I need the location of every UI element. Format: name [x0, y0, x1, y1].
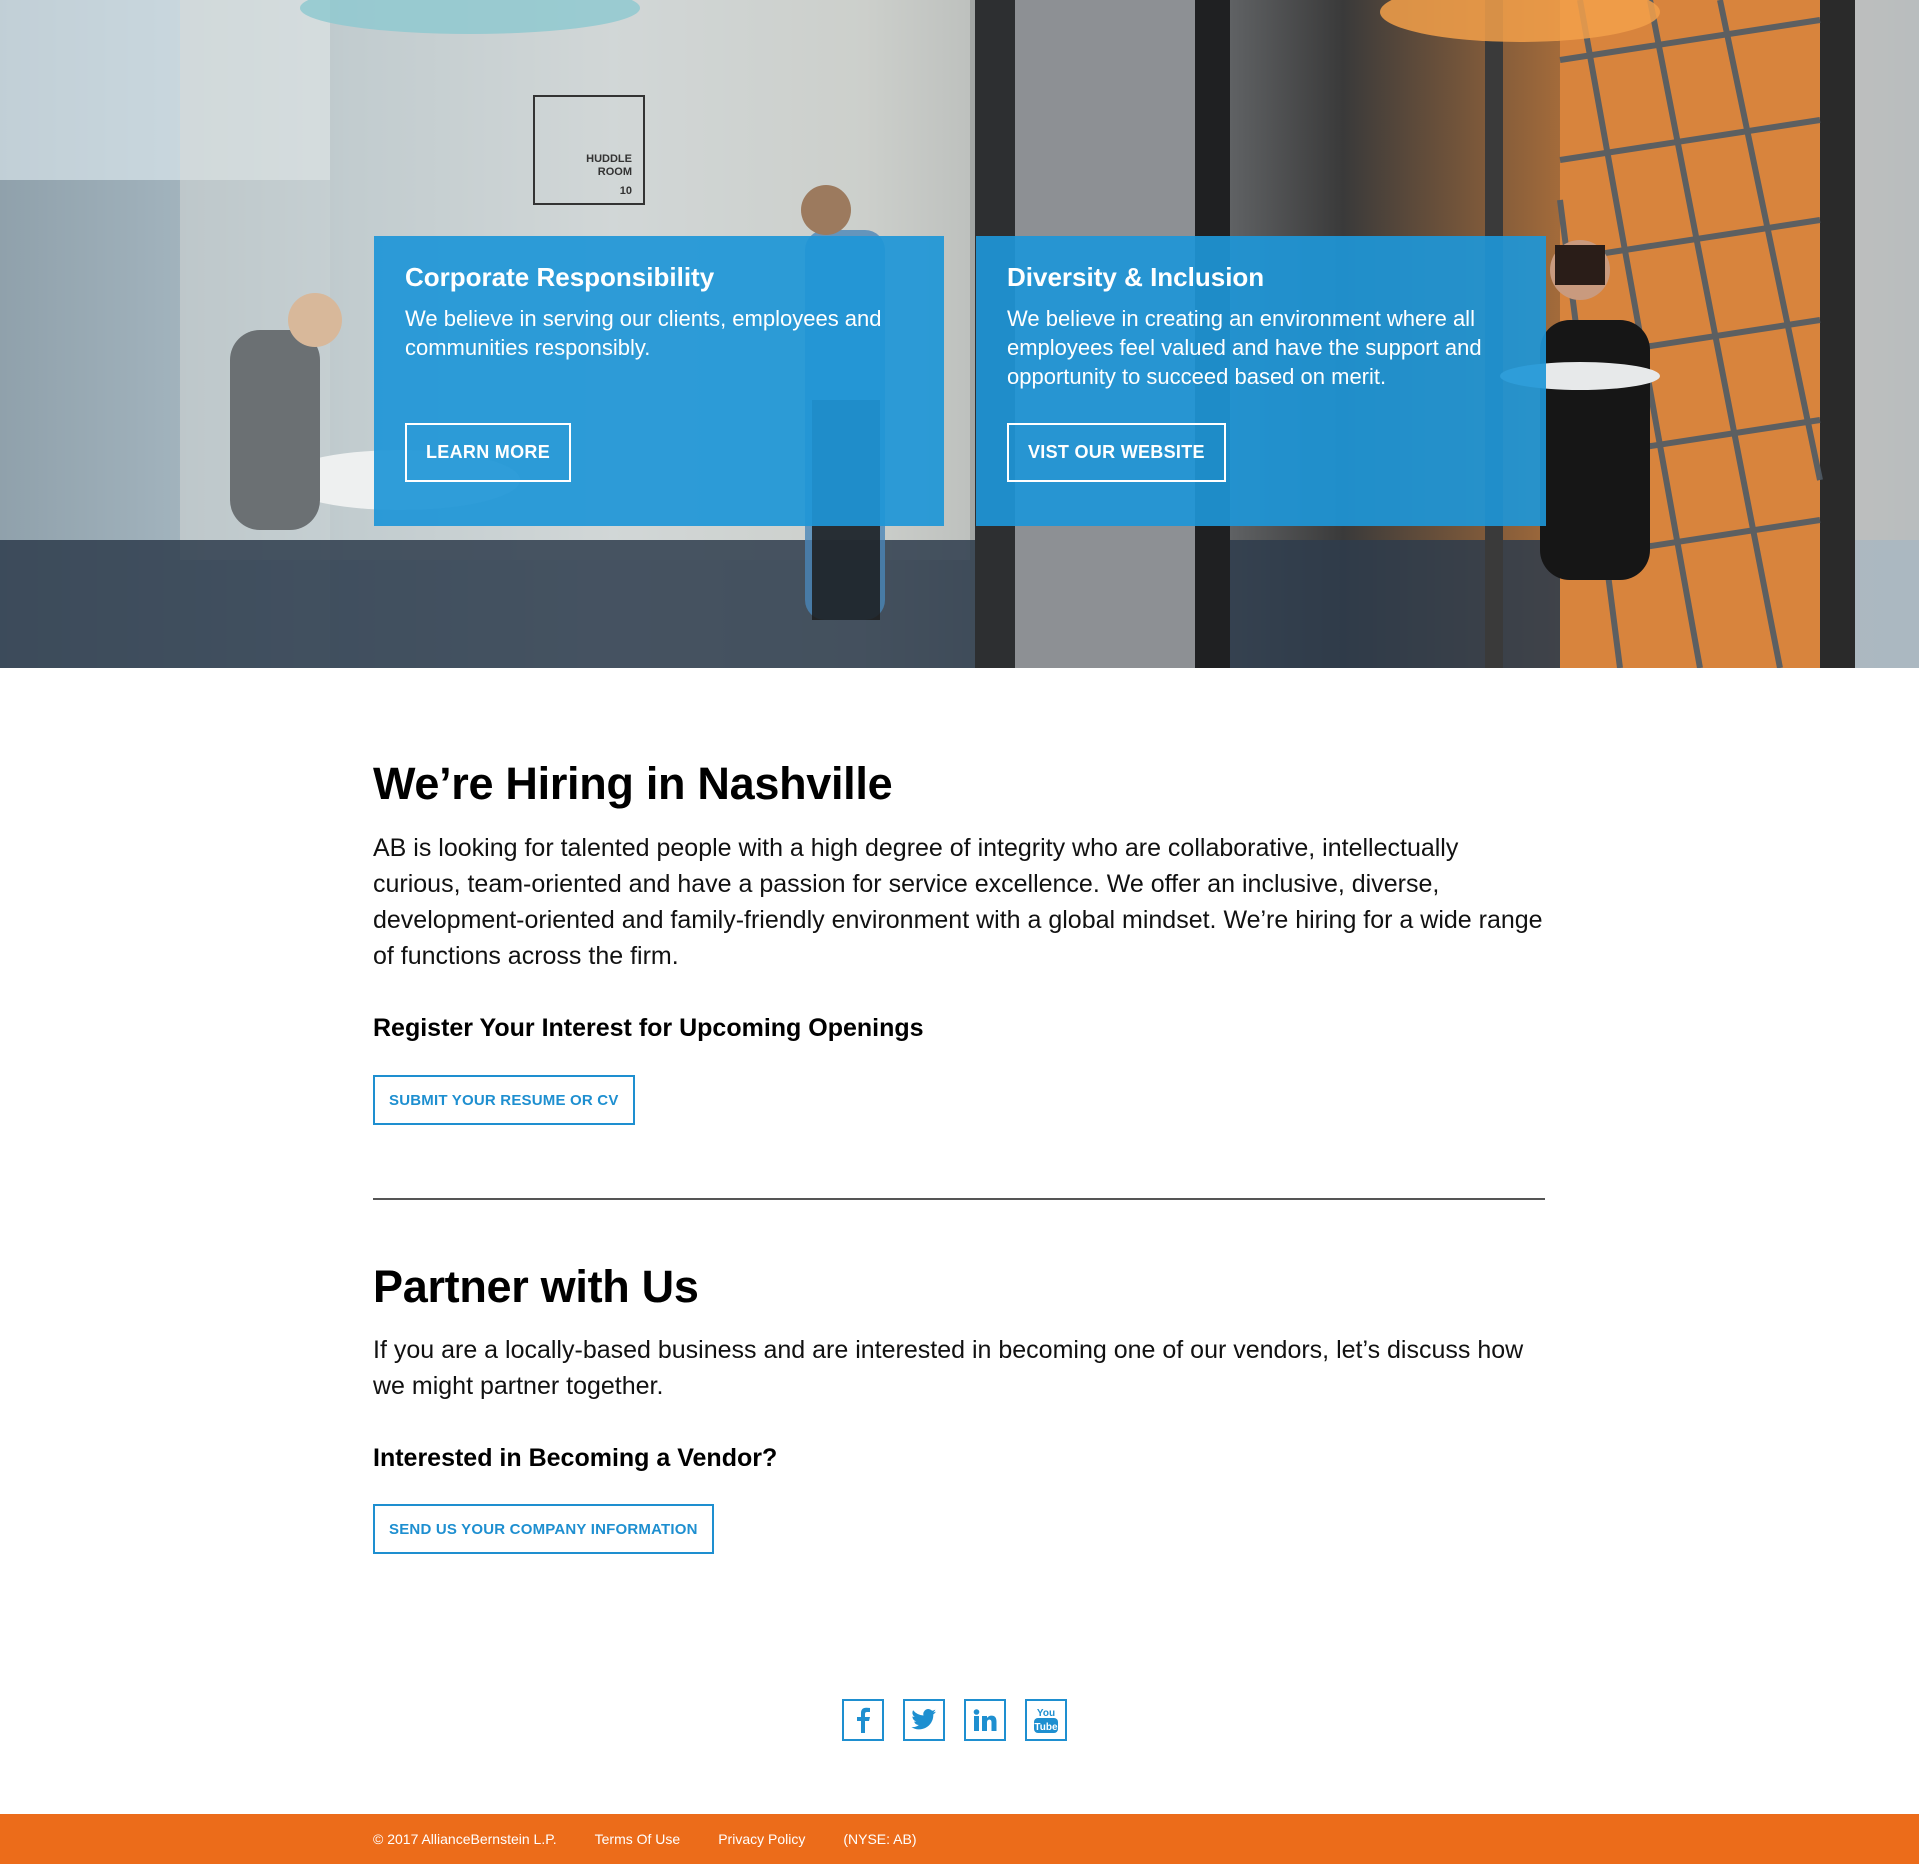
hero-office-photo: HUDDLE ROOM 10: [0, 0, 1919, 668]
card-title: Corporate Responsibility: [405, 262, 715, 292]
svg-text:You: You: [1037, 1708, 1055, 1719]
card-text: We believe in serving our clients, emplo…: [405, 306, 882, 360]
send-company-info-button[interactable]: SEND US YOUR COMPANY INFORMATION: [373, 1504, 714, 1554]
linkedin-icon[interactable]: [964, 1699, 1006, 1741]
privacy-policy-link[interactable]: Privacy Policy: [718, 1831, 805, 1847]
svg-text:Tube: Tube: [1034, 1722, 1058, 1733]
twitter-icon[interactable]: [903, 1699, 945, 1741]
stock-ticker: (NYSE: AB): [843, 1831, 917, 1847]
hiring-title: We’re Hiring in Nashville: [373, 758, 893, 809]
diversity-inclusion-card: Diversity & Inclusion We believe in crea…: [976, 236, 1546, 526]
youtube-icon[interactable]: You Tube: [1025, 1699, 1067, 1741]
svg-text:10: 10: [620, 185, 632, 197]
social-links: You Tube: [842, 1699, 1067, 1741]
hero-banner: HUDDLE ROOM 10 Corporate Responsibility …: [0, 0, 1919, 668]
copyright-text: © 2017 AllianceBernstein L.P.: [373, 1831, 557, 1847]
visit-website-button[interactable]: VIST OUR WEBSITE: [1007, 423, 1226, 482]
corporate-responsibility-card: Corporate Responsibility We believe in s…: [374, 236, 944, 526]
hiring-text: AB is looking for talented people with a…: [373, 834, 1543, 970]
partner-text: If you are a locally-based business and …: [373, 1336, 1524, 1400]
card-title: Diversity & Inclusion: [1007, 262, 1265, 292]
section-divider: [373, 1198, 1545, 1200]
partner-title: Partner with Us: [373, 1261, 699, 1312]
learn-more-button[interactable]: LEARN MORE: [405, 423, 571, 482]
submit-resume-button[interactable]: SUBMIT YOUR RESUME OR CV: [373, 1075, 635, 1125]
facebook-icon[interactable]: [842, 1699, 884, 1741]
svg-text:HUDDLE: HUDDLE: [586, 153, 632, 165]
card-text: We believe in creating an environment wh…: [1007, 306, 1482, 389]
footer: © 2017 AllianceBernstein L.P. Terms Of U…: [0, 1814, 1919, 1864]
svg-text:ROOM: ROOM: [598, 166, 632, 178]
vendor-subtitle: Interested in Becoming a Vendor?: [373, 1444, 778, 1472]
terms-of-use-link[interactable]: Terms Of Use: [595, 1831, 681, 1847]
register-interest-subtitle: Register Your Interest for Upcoming Open…: [373, 1014, 924, 1042]
